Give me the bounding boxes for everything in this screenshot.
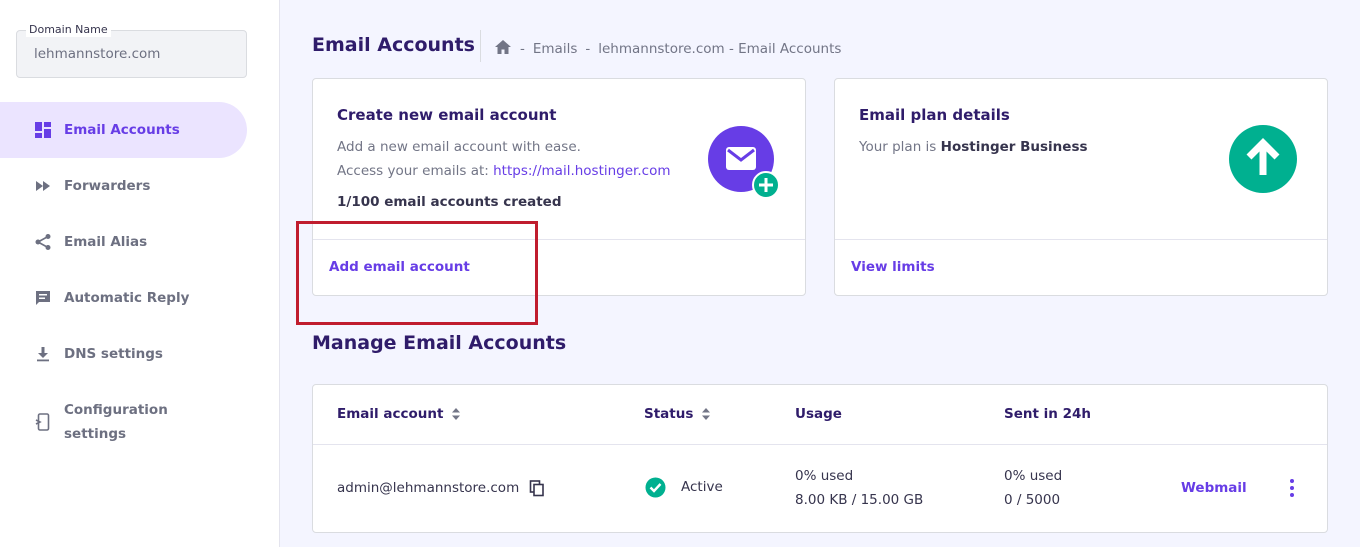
share-icon — [34, 233, 52, 251]
plan-text-prefix: Your plan is — [859, 139, 941, 155]
sidebar-item-automatic-reply[interactable]: Automatic Reply — [0, 270, 247, 326]
accounts-count: 1/100 email accounts created — [337, 194, 562, 210]
fast-forward-icon — [34, 177, 52, 195]
status-badge: Active — [681, 479, 723, 495]
breadcrumb-emails[interactable]: Emails — [533, 41, 578, 57]
column-header-sent: Sent in 24h — [1004, 406, 1091, 422]
page-title: Email Accounts — [312, 34, 475, 56]
plan-card-title: Email plan details — [859, 106, 1010, 124]
create-card-line1: Add a new email account with ease. — [337, 139, 581, 155]
webmail-button[interactable]: Webmail — [1181, 476, 1247, 500]
column-header-status[interactable]: Status — [644, 406, 711, 422]
home-icon[interactable] — [494, 39, 512, 59]
domain-select[interactable]: Domain Name lehmannstore.com — [16, 23, 247, 78]
sidebar-item-configuration-settings[interactable]: Configuration settings — [0, 392, 247, 452]
breadcrumb-separator: - — [520, 41, 525, 57]
settings-phone-icon — [34, 413, 52, 431]
highlight-box — [296, 221, 538, 325]
usage-percent: 0% used — [795, 468, 854, 484]
arrow-up-icon — [1229, 125, 1297, 193]
create-card-title: Create new email account — [337, 106, 557, 124]
usage-size: 8.00 KB / 15.00 GB — [795, 492, 924, 508]
sort-icon[interactable] — [451, 407, 461, 421]
table-row-email: admin@lehmannstore.com — [337, 480, 520, 496]
plan-name: Hostinger Business — [940, 139, 1088, 155]
title-divider — [480, 30, 481, 62]
comment-icon — [34, 289, 52, 307]
table-header-divider — [313, 444, 1327, 445]
view-limits-button[interactable]: View limits — [851, 259, 935, 275]
sidebar-item-dns-settings[interactable]: DNS settings — [0, 326, 247, 382]
plan-card-description: Your plan is Hostinger Business — [859, 135, 1088, 159]
manage-section-title: Manage Email Accounts — [312, 332, 567, 354]
sidebar-item-label: Email Accounts — [64, 122, 180, 138]
dashboard-icon — [34, 121, 52, 139]
breadcrumb-separator: - — [585, 41, 591, 57]
sidebar-item-forwarders[interactable]: Forwarders — [0, 158, 247, 214]
card-divider — [835, 239, 1327, 240]
more-options-icon[interactable] — [1284, 478, 1300, 498]
sidebar: Domain Name lehmannstore.com Email Accou… — [0, 0, 280, 547]
sidebar-item-label: Configuration settings — [64, 402, 168, 442]
mail-add-icon — [707, 125, 787, 199]
download-icon — [34, 345, 52, 363]
domain-value: lehmannstore.com — [34, 46, 161, 62]
email-plan-card: Email plan details Your plan is Hostinge… — [834, 78, 1328, 296]
sidebar-item-email-alias[interactable]: Email Alias — [0, 214, 247, 270]
breadcrumb-current: lehmannstore.com - Email Accounts — [598, 41, 842, 57]
column-header-status-label: Status — [644, 406, 694, 422]
sidebar-item-email-accounts[interactable]: Email Accounts — [0, 102, 247, 158]
domain-label: Domain Name — [26, 23, 111, 37]
sidebar-item-label: Email Alias — [64, 234, 148, 250]
column-header-usage: Usage — [795, 406, 842, 422]
webmail-url-link[interactable]: https://mail.hostinger.com — [493, 163, 670, 179]
webmail-url-prefix: Access your emails at: — [337, 163, 494, 179]
breadcrumb: - Emails - lehmannstore.com - Email Acco… — [494, 39, 841, 59]
sidebar-item-label: DNS settings — [64, 346, 163, 362]
column-header-email[interactable]: Email account — [337, 406, 461, 422]
check-circle-icon — [645, 477, 666, 502]
create-card-line2: Access your emails at: https://mail.host… — [337, 159, 671, 183]
sort-icon[interactable] — [701, 407, 711, 421]
sent-percent: 0% used — [1004, 468, 1063, 484]
create-card-description: Add a new email account with ease. Acces… — [337, 135, 671, 183]
copy-icon[interactable] — [529, 480, 545, 501]
column-header-email-label: Email account — [337, 406, 444, 422]
sent-count: 0 / 5000 — [1004, 492, 1061, 508]
sidebar-item-label: Forwarders — [64, 178, 151, 194]
sidebar-item-label: Automatic Reply — [64, 290, 190, 306]
